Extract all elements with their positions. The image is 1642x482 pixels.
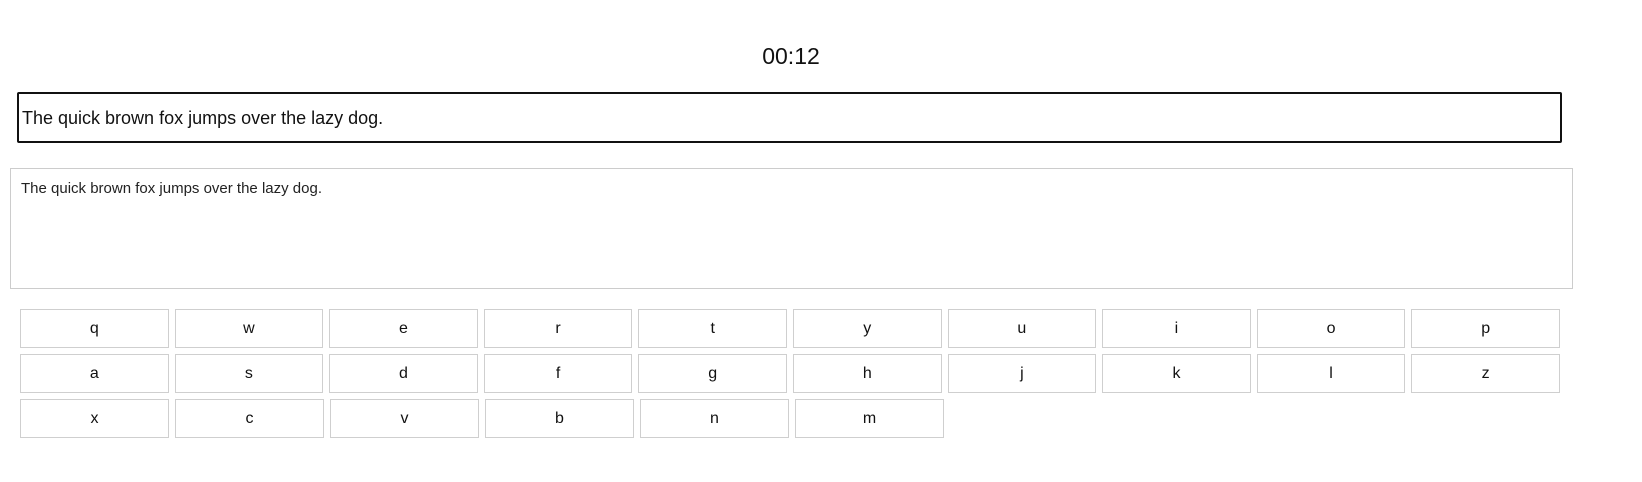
key-h[interactable]: h (792, 354, 942, 393)
key-u[interactable]: u (947, 309, 1097, 348)
key-a[interactable]: a (20, 354, 169, 393)
key-n[interactable]: n (640, 399, 789, 438)
key-c[interactable]: c (175, 399, 324, 438)
key-i[interactable]: i (1102, 309, 1251, 348)
typing-input[interactable]: The quick brown fox jumps over the lazy … (10, 168, 1573, 289)
keyboard-row-2: a s d f g h j k l z (20, 354, 1566, 393)
keyboard-row-3: x c v b n m (20, 399, 1566, 438)
key-k[interactable]: k (1102, 354, 1251, 393)
on-screen-keyboard: q w e r t y u i o p a s d f g h j k l z … (20, 309, 1566, 444)
key-y[interactable]: y (792, 309, 942, 348)
key-j[interactable]: j (947, 354, 1097, 393)
key-p[interactable]: p (1411, 309, 1560, 348)
key-v[interactable]: v (330, 399, 479, 438)
key-q[interactable]: q (20, 309, 169, 348)
key-x[interactable]: x (20, 399, 169, 438)
key-m[interactable]: m (795, 399, 944, 438)
key-f[interactable]: f (483, 354, 633, 393)
key-t[interactable]: t (638, 309, 787, 348)
key-l[interactable]: l (1256, 354, 1406, 393)
key-g[interactable]: g (638, 354, 787, 393)
key-d[interactable]: d (329, 354, 478, 393)
key-s[interactable]: s (174, 354, 324, 393)
key-e[interactable]: e (329, 309, 478, 348)
key-z[interactable]: z (1411, 354, 1560, 393)
key-o[interactable]: o (1256, 309, 1406, 348)
key-r[interactable]: r (483, 309, 633, 348)
keyboard-row-1: q w e r t y u i o p (20, 309, 1566, 348)
key-w[interactable]: w (174, 309, 324, 348)
target-sentence: The quick brown fox jumps over the lazy … (17, 92, 1562, 143)
key-b[interactable]: b (485, 399, 634, 438)
timer-display: 00:12 (762, 43, 820, 69)
